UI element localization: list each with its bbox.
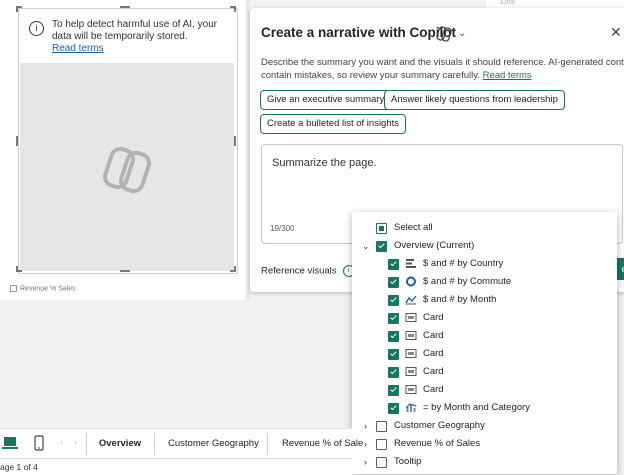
page-checkbox[interactable] <box>376 457 387 468</box>
resize-handle[interactable] <box>234 136 236 146</box>
char-count: 19/300 <box>270 224 295 233</box>
resize-handle[interactable] <box>120 6 130 8</box>
copilot-visual-frame[interactable]: i To help detect harmful use of AI, your… <box>18 8 238 274</box>
notice-text: To help detect harmful use of AI, your d… <box>52 19 218 42</box>
chevron-right-icon[interactable]: › <box>364 436 374 452</box>
tab-overview[interactable]: Overview <box>86 429 154 460</box>
close-icon[interactable]: ✕ <box>610 24 622 41</box>
page-indicator: age 1 of 4 <box>0 462 38 472</box>
resize-handle[interactable] <box>234 6 236 12</box>
page-tab-bar: ‹ › Overview Customer Geography Revenue … <box>0 428 363 460</box>
resize-handle[interactable] <box>16 266 18 272</box>
line-column-chart-icon <box>405 403 417 412</box>
data-notice: i To help detect harmful use of AI, your… <box>29 19 229 55</box>
area-chart-icon <box>405 295 417 305</box>
suggestion-chip[interactable]: Create a bulleted list of insights <box>260 114 407 134</box>
prompt-text: Summarize the page. <box>272 157 377 169</box>
visual-checkbox[interactable] <box>388 385 399 396</box>
visual-checkbox[interactable] <box>388 331 399 342</box>
select-all-checkbox[interactable] <box>376 223 387 234</box>
visual-checkbox[interactable] <box>388 349 399 360</box>
copilot-logo-icon <box>103 146 151 194</box>
visual-checkbox[interactable] <box>388 313 399 324</box>
read-terms-link[interactable]: Read terms <box>52 43 104 54</box>
divider <box>154 433 155 455</box>
reference-visuals: Reference visuals i <box>261 265 355 277</box>
donut-chart-icon <box>406 276 416 287</box>
bar-chart-icon <box>406 259 416 268</box>
resize-handle[interactable] <box>16 136 18 146</box>
chevron-right-icon[interactable]: › <box>74 437 77 448</box>
chevron-right-icon[interactable]: › <box>364 454 374 470</box>
reference-visuals-dropdown: Select all ⌄ Overview (Current) $ and # … <box>352 212 617 474</box>
tab-revenue-of-sales[interactable]: Revenue % of Sale <box>282 429 363 458</box>
visual-placeholder <box>20 63 234 271</box>
card-icon <box>405 313 417 322</box>
card-icon <box>405 331 417 340</box>
card-icon <box>405 367 417 376</box>
visual-checkbox[interactable] <box>388 277 399 288</box>
suggestion-chip[interactable]: Give an executive summary <box>260 90 392 110</box>
chevron-right-icon[interactable]: › <box>364 418 374 434</box>
divider <box>267 433 268 455</box>
page-checkbox[interactable] <box>376 439 387 450</box>
visual-caption: Revenue % Sales <box>10 285 76 292</box>
read-terms-link[interactable]: Read terms <box>483 70 532 81</box>
copilot-icon[interactable] <box>436 26 452 42</box>
visual-checkbox[interactable] <box>388 259 399 270</box>
group-checkbox[interactable] <box>376 241 387 252</box>
status-bar: age 1 of 4 <box>0 458 352 475</box>
axis-tick-label: 1,000 <box>500 0 516 6</box>
resize-handle[interactable] <box>120 270 130 272</box>
card-icon <box>405 349 417 358</box>
resize-handle[interactable] <box>234 266 236 272</box>
chart-icon <box>10 285 17 292</box>
resize-handle[interactable] <box>16 6 18 12</box>
visual-checkbox[interactable] <box>388 403 399 414</box>
chevron-left-icon[interactable]: ‹ <box>60 437 63 448</box>
desktop-view-icon[interactable] <box>2 436 18 450</box>
suggestion-chip[interactable]: Answer likely questions from leadership <box>384 90 565 110</box>
report-canvas: i To help detect harmful use of AI, your… <box>0 0 246 300</box>
chevron-down-icon[interactable]: ⌄ <box>458 28 466 39</box>
chevron-down-icon[interactable]: ⌄ <box>362 238 372 254</box>
panel-title: Create a narrative with Copilot <box>261 25 457 40</box>
info-icon: i <box>29 21 44 36</box>
panel-description: Describe the summary you want and the vi… <box>261 57 624 81</box>
visual-checkbox[interactable] <box>388 295 399 306</box>
card-icon <box>405 385 417 394</box>
tab-customer-geography[interactable]: Customer Geography <box>168 429 259 458</box>
page-checkbox[interactable] <box>376 421 387 432</box>
mobile-view-icon[interactable] <box>34 435 44 451</box>
visual-checkbox[interactable] <box>388 367 399 378</box>
